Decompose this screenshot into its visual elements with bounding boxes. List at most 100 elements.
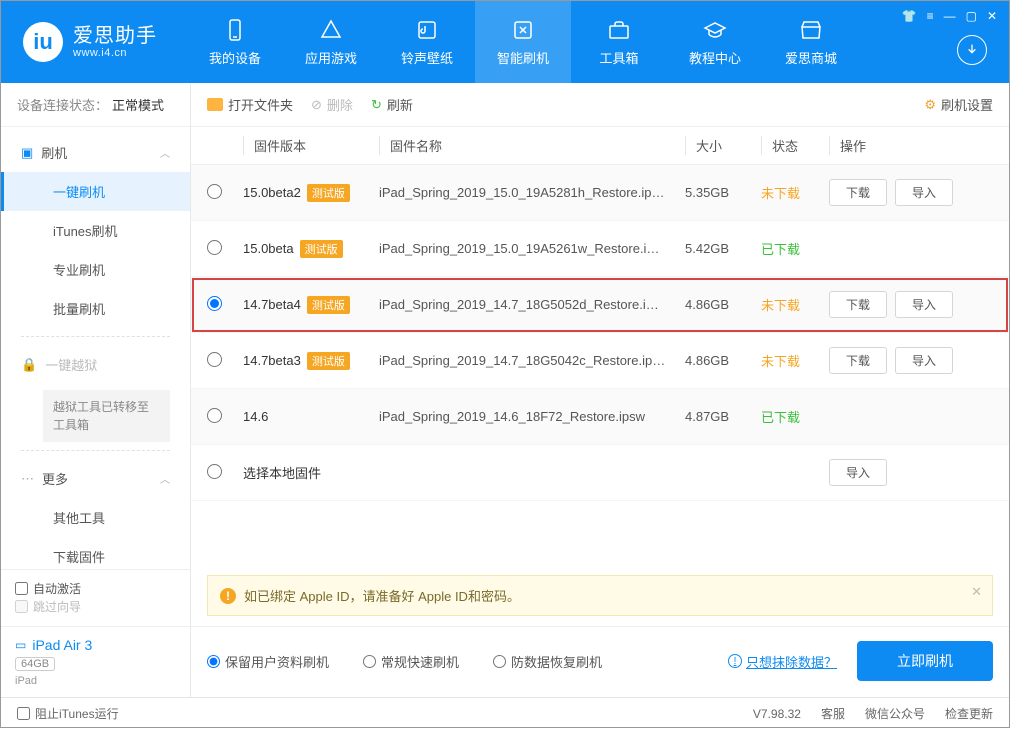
import-button[interactable]: 导入: [895, 291, 953, 318]
select-radio[interactable]: [207, 464, 222, 479]
table-row[interactable]: 15.0beta测试版 iPad_Spring_2019_15.0_19A526…: [191, 221, 1009, 277]
menu-oneclick-flash[interactable]: 一键刷机: [1, 172, 190, 211]
nav-ringtone[interactable]: 铃声壁纸: [379, 1, 475, 83]
opt-normal[interactable]: 常规快速刷机: [363, 652, 459, 671]
header: iu 爱思助手 www.i4.cn 我的设备 应用游戏 铃声壁纸 智能刷机 工具…: [1, 1, 1009, 83]
flash-icon: ▣: [21, 145, 33, 161]
firmware-size: 5.35GB: [685, 185, 761, 200]
notice-bar: ! 如已绑定 Apple ID，请准备好 Apple ID和密码。 ✕: [207, 575, 993, 616]
table-row[interactable]: 15.0beta2测试版 iPad_Spring_2019_15.0_19A52…: [191, 165, 1009, 221]
flash-settings-button[interactable]: ⚙刷机设置: [924, 95, 993, 114]
select-radio[interactable]: [207, 352, 222, 367]
hat-icon: [703, 18, 727, 42]
download-button[interactable]: 下载: [829, 179, 887, 206]
download-button[interactable]: 下载: [829, 347, 887, 374]
section-jailbreak: 🔒一键越狱: [1, 345, 190, 384]
flash-now-button[interactable]: 立即刷机: [857, 641, 993, 681]
skip-guide-checkbox[interactable]: 跳过向导: [15, 598, 81, 615]
beta-tag: 测试版: [307, 184, 350, 202]
download-button[interactable]: 下载: [829, 291, 887, 318]
firmware-status: 未下载: [761, 183, 829, 202]
logo-icon: iu: [23, 22, 63, 62]
version-text: 选择本地固件: [243, 463, 321, 482]
wechat-link[interactable]: 微信公众号: [865, 705, 925, 722]
firmware-table: 15.0beta2测试版 iPad_Spring_2019_15.0_19A52…: [191, 165, 1009, 575]
firmware-name: iPad_Spring_2019_14.6_18F72_Restore.ipsw: [379, 409, 685, 424]
brand-url: www.i4.cn: [73, 47, 157, 59]
nav-apps[interactable]: 应用游戏: [283, 1, 379, 83]
tshirt-icon[interactable]: 👕: [902, 9, 917, 23]
storage-badge: 64GB: [15, 657, 55, 671]
menu-download-fw[interactable]: 下载固件: [1, 537, 190, 569]
table-row[interactable]: 14.7beta3测试版 iPad_Spring_2019_14.7_18G50…: [191, 333, 1009, 389]
select-radio[interactable]: [207, 184, 222, 199]
version-text: 14.7beta3: [243, 353, 301, 368]
service-link[interactable]: 客服: [821, 705, 845, 722]
menu-other-tools[interactable]: 其他工具: [1, 498, 190, 537]
table-row[interactable]: 选择本地固件 导入: [191, 445, 1009, 501]
maximize-icon[interactable]: ▢: [966, 9, 977, 23]
version-text: V7.98.32: [753, 707, 801, 721]
nav-tutorial[interactable]: 教程中心: [667, 1, 763, 83]
select-radio[interactable]: [207, 296, 222, 311]
col-version: 固件版本: [243, 136, 379, 155]
nav-flash[interactable]: 智能刷机: [475, 1, 571, 83]
check-update-link[interactable]: 检查更新: [945, 705, 993, 722]
close-icon[interactable]: ✕: [987, 9, 997, 23]
phone-icon: [223, 18, 247, 42]
device-info[interactable]: ▭iPad Air 3 64GB iPad: [1, 626, 190, 697]
section-more[interactable]: ⋯更多︿: [1, 459, 190, 498]
beta-tag: 测试版: [300, 240, 343, 258]
menu-batch-flash[interactable]: 批量刷机: [1, 289, 190, 328]
menu-pro-flash[interactable]: 专业刷机: [1, 250, 190, 289]
refresh-button[interactable]: ↻刷新: [371, 95, 413, 114]
chevron-up-icon: ︿: [160, 471, 170, 486]
footer: 阻止iTunes运行 V7.98.32 客服 微信公众号 检查更新: [1, 697, 1009, 729]
jailbreak-note: 越狱工具已转移至工具箱: [43, 390, 170, 442]
delete-button[interactable]: ⊘删除: [311, 95, 353, 114]
select-radio[interactable]: [207, 240, 222, 255]
block-itunes-checkbox[interactable]: 阻止iTunes运行: [17, 705, 119, 722]
beta-tag: 测试版: [307, 296, 350, 314]
brand-name: 爱思助手: [73, 25, 157, 47]
delete-icon: ⊘: [311, 97, 322, 113]
firmware-name: iPad_Spring_2019_14.7_18G5052d_Restore.i…: [379, 297, 685, 312]
opt-keep-data[interactable]: 保留用户资料刷机: [207, 652, 329, 671]
table-row[interactable]: 14.7beta4测试版 iPad_Spring_2019_14.7_18G50…: [191, 277, 1009, 333]
logo[interactable]: iu 爱思助手 www.i4.cn: [23, 22, 157, 62]
folder-icon: [207, 98, 223, 111]
import-button[interactable]: 导入: [895, 179, 953, 206]
tablet-icon: ▭: [15, 638, 26, 652]
dots-icon: ⋯: [21, 471, 34, 487]
select-radio[interactable]: [207, 408, 222, 423]
firmware-size: 4.86GB: [685, 297, 761, 312]
download-icon: [964, 42, 980, 58]
sidebar-options: 自动激活 跳过向导: [1, 569, 190, 626]
auto-activate-checkbox[interactable]: 自动激活: [15, 580, 81, 597]
import-button[interactable]: 导入: [895, 347, 953, 374]
firmware-name: iPad_Spring_2019_15.0_19A5261w_Restore.i…: [379, 241, 685, 256]
menu-itunes-flash[interactable]: iTunes刷机: [1, 211, 190, 250]
row-actions: 下载导入: [829, 179, 993, 206]
firmware-size: 4.87GB: [685, 409, 761, 424]
nav-toolbox[interactable]: 工具箱: [571, 1, 667, 83]
menu-icon[interactable]: ≡: [927, 9, 934, 23]
import-button[interactable]: 导入: [829, 459, 887, 486]
update-button[interactable]: [957, 35, 987, 65]
info-icon: !: [728, 654, 742, 668]
gear-icon: ⚙: [924, 97, 936, 113]
opt-anti-recover[interactable]: 防数据恢复刷机: [493, 652, 602, 671]
close-notice-button[interactable]: ✕: [971, 584, 982, 600]
erase-only-link[interactable]: !只想抹除数据？: [728, 652, 837, 671]
firmware-status: 未下载: [761, 351, 829, 370]
section-flash[interactable]: ▣刷机︿: [1, 133, 190, 172]
row-actions: 下载导入: [829, 291, 993, 318]
minimize-icon[interactable]: —: [944, 9, 956, 23]
row-actions: 下载导入: [829, 347, 993, 374]
firmware-status: 已下载: [761, 407, 829, 426]
nav-store[interactable]: 爱思商城: [763, 1, 859, 83]
table-row[interactable]: 14.6 iPad_Spring_2019_14.6_18F72_Restore…: [191, 389, 1009, 445]
open-folder-button[interactable]: 打开文件夹: [207, 95, 293, 114]
chevron-up-icon: ︿: [160, 145, 170, 160]
nav-my-device[interactable]: 我的设备: [187, 1, 283, 83]
